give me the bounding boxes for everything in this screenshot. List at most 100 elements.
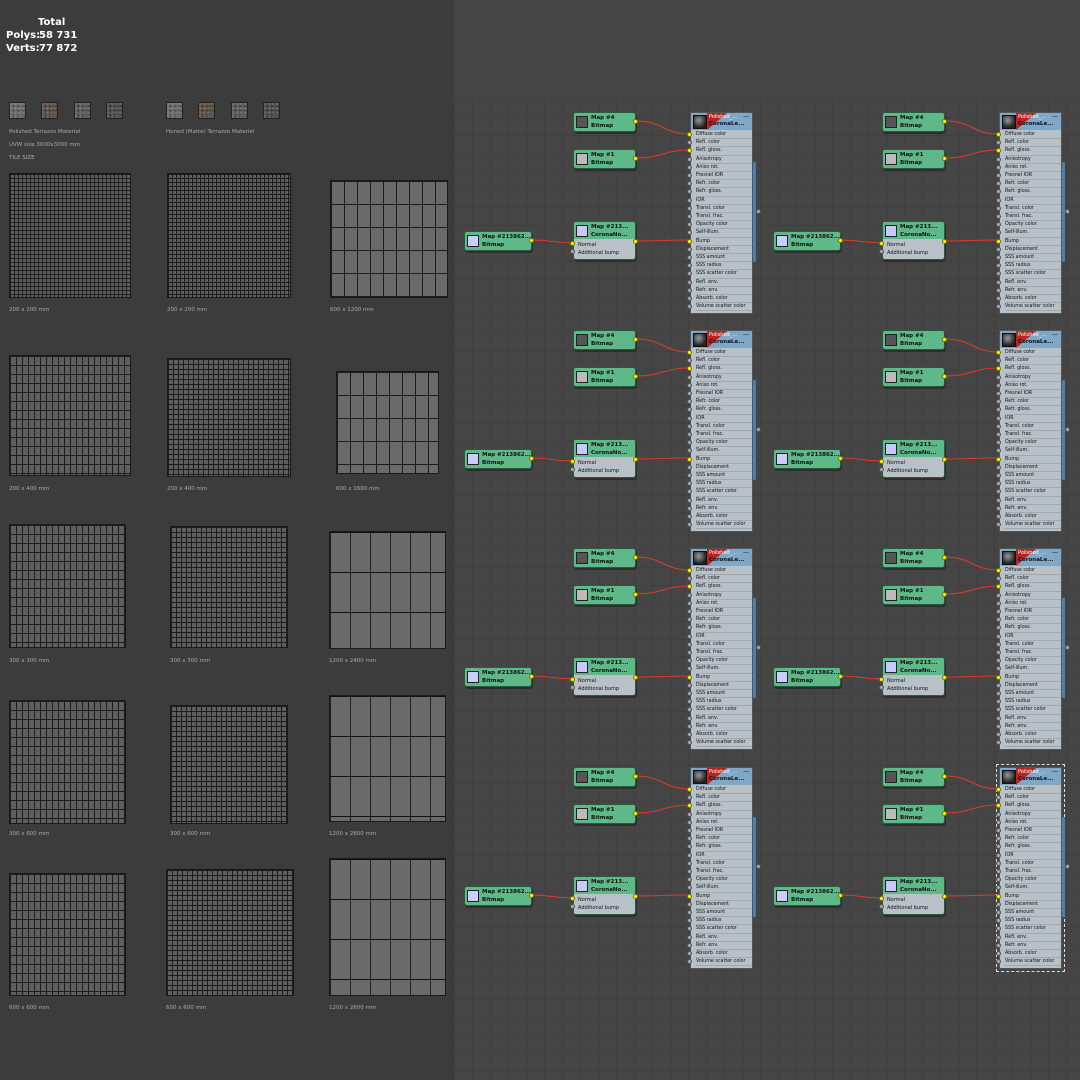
material-slot[interactable]: Transl. color: [1005, 860, 1061, 868]
material-slot[interactable]: Absorb. color: [1005, 731, 1061, 740]
material-slot[interactable]: Diffuse color: [696, 131, 752, 140]
slot-socket[interactable]: [687, 682, 692, 688]
corona-slot[interactable]: Normal: [887, 460, 905, 466]
output-socket[interactable]: [838, 674, 843, 679]
slot-socket[interactable]: [687, 641, 692, 647]
material-slot[interactable]: Refl. gloss.: [696, 147, 752, 156]
slot-socket[interactable]: [996, 732, 1001, 737]
slot-socket[interactable]: [996, 650, 1001, 655]
material-slot[interactable]: Refr. gloss.: [1005, 624, 1061, 633]
output-socket[interactable]: [633, 239, 638, 244]
material-slot[interactable]: Self-illum.: [1005, 447, 1061, 456]
slot-socket[interactable]: [996, 197, 1001, 203]
normal-bitmap-node[interactable]: Map #213862... Bitmap: [464, 886, 532, 906]
material-slot[interactable]: Absorb. color: [696, 513, 752, 522]
map1-bitmap-node[interactable]: Map #1 Bitmap: [882, 804, 945, 824]
input-socket[interactable]: [570, 904, 575, 909]
material-slot[interactable]: Displacement: [1005, 901, 1061, 909]
material-slot[interactable]: Refr. env.: [696, 505, 752, 513]
material-slot[interactable]: Self-illum.: [696, 447, 752, 456]
normal-bitmap-node[interactable]: Map #213862... Bitmap: [464, 449, 532, 469]
material-slot[interactable]: Transl. frac.: [696, 431, 752, 440]
material-slot[interactable]: Refr. gloss.: [1005, 188, 1061, 197]
material-slot[interactable]: IOR: [1005, 633, 1061, 641]
map4-bitmap-node[interactable]: Map #4 Bitmap: [882, 548, 945, 568]
slot-socket[interactable]: [996, 246, 1001, 252]
slot-socket[interactable]: [996, 934, 1001, 940]
material-slot[interactable]: Fresnel IOR: [696, 172, 752, 181]
material-slot[interactable]: Refl. gloss.: [1005, 365, 1061, 374]
material-slot[interactable]: Refr. env.: [1005, 287, 1061, 295]
slot-socket[interactable]: [996, 860, 1001, 866]
material-slot[interactable]: Aniso rot.: [1005, 382, 1061, 390]
material-slot[interactable]: Aniso rot.: [1005, 164, 1061, 172]
input-socket[interactable]: [879, 896, 884, 901]
material-slot[interactable]: Bump: [696, 456, 752, 464]
slot-socket[interactable]: [996, 432, 1001, 437]
slot-socket[interactable]: [996, 382, 1001, 388]
material-node[interactable]: Polished_... CoronaLe... — Diffuse color Ref…: [690, 767, 753, 969]
material-slot[interactable]: Absorb. color: [1005, 950, 1061, 959]
corona-slot[interactable]: Additional bump: [887, 250, 928, 256]
map4-bitmap-node[interactable]: Map #4 Bitmap: [573, 330, 636, 350]
material-slot[interactable]: Volume scatter color: [1005, 958, 1061, 967]
collapse-button[interactable]: —: [743, 331, 749, 338]
corona-normal-node[interactable]: Map #213... CoronaNo... Normal Additional b…: [882, 657, 945, 696]
material-slot[interactable]: Fresnel IOR: [696, 827, 752, 836]
slot-socket[interactable]: [996, 568, 1001, 573]
slot-socket[interactable]: [687, 173, 692, 178]
map4-bitmap-node[interactable]: Map #4 Bitmap: [573, 112, 636, 132]
material-slot[interactable]: Refl. color: [1005, 794, 1061, 803]
corona-slot[interactable]: Normal: [887, 678, 905, 684]
slot-socket[interactable]: [687, 828, 692, 833]
material-slot[interactable]: Bump: [696, 893, 752, 901]
material-slot[interactable]: Self-illum.: [696, 884, 752, 893]
material-slot[interactable]: Refl. gloss.: [1005, 583, 1061, 592]
material-node[interactable]: Polished_... CoronaLe... — Diffuse color Ref…: [999, 330, 1062, 532]
node-editor-canvas[interactable]: [454, 0, 1080, 1080]
material-slot[interactable]: Volume scatter color: [696, 958, 752, 967]
slot-socket[interactable]: [996, 164, 1001, 170]
material-slot[interactable]: Volume scatter color: [1005, 303, 1061, 312]
slot-socket[interactable]: [996, 852, 1001, 858]
material-slot[interactable]: Bump: [696, 674, 752, 682]
material-slot[interactable]: Refr. gloss.: [1005, 843, 1061, 852]
output-socket[interactable]: [756, 209, 761, 214]
slot-socket[interactable]: [996, 255, 1001, 260]
material-slot[interactable]: IOR: [696, 852, 752, 860]
slot-socket[interactable]: [687, 374, 692, 380]
slot-socket[interactable]: [996, 514, 1001, 519]
material-slot[interactable]: Transl. frac.: [1005, 868, 1061, 877]
material-slot[interactable]: SSS scatter color: [1005, 488, 1061, 497]
material-slot[interactable]: Absorb. color: [696, 295, 752, 304]
output-socket[interactable]: [838, 456, 843, 461]
output-socket[interactable]: [942, 239, 947, 244]
material-slot[interactable]: SSS radius: [1005, 262, 1061, 271]
material-slot[interactable]: Fresnel IOR: [696, 608, 752, 617]
slot-socket[interactable]: [996, 287, 1001, 293]
slot-socket[interactable]: [687, 674, 692, 680]
slot-socket[interactable]: [687, 214, 692, 219]
material-slot[interactable]: Refl. gloss.: [1005, 802, 1061, 811]
material-slot[interactable]: Aniso rot.: [696, 164, 752, 172]
material-slot[interactable]: Refl. color: [696, 575, 752, 584]
corona-slot[interactable]: Additional bump: [578, 686, 619, 692]
material-slot[interactable]: Bump: [1005, 238, 1061, 246]
material-swatch[interactable]: [41, 102, 58, 119]
slot-socket[interactable]: [687, 942, 692, 948]
material-slot[interactable]: Refl. gloss.: [696, 365, 752, 374]
material-slot[interactable]: Refr. color: [1005, 180, 1061, 189]
material-slot[interactable]: SSS amount: [696, 472, 752, 481]
corona-slot[interactable]: Normal: [578, 678, 596, 684]
slot-socket[interactable]: [687, 238, 692, 244]
slot-socket[interactable]: [996, 641, 1001, 647]
material-slot[interactable]: Volume scatter color: [696, 303, 752, 312]
material-slot[interactable]: Displacement: [1005, 682, 1061, 690]
material-slot[interactable]: Refl. env.: [696, 279, 752, 287]
material-slot[interactable]: Refr. color: [1005, 616, 1061, 625]
material-slot[interactable]: Refr. color: [696, 616, 752, 625]
output-socket[interactable]: [942, 457, 947, 462]
material-slot[interactable]: Opacity color: [696, 657, 752, 666]
slot-socket[interactable]: [996, 497, 1001, 503]
slot-socket[interactable]: [996, 869, 1001, 874]
